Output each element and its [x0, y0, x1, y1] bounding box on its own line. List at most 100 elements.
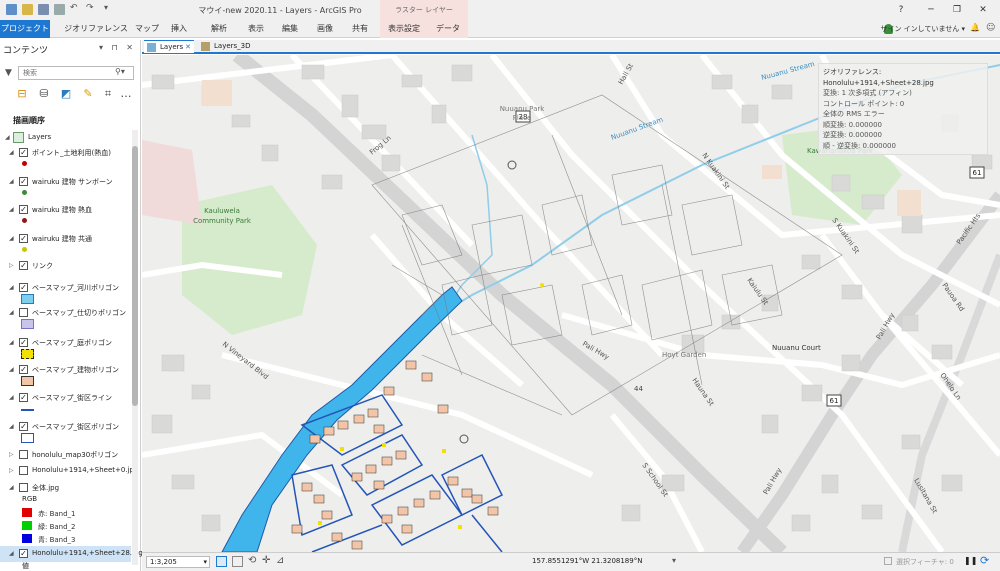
- help-button[interactable]: ?: [890, 2, 912, 18]
- notification-icon[interactable]: 🔔: [970, 23, 980, 32]
- layer-visibility-checkbox[interactable]: [19, 308, 28, 317]
- collapse-icon[interactable]: ◢: [9, 149, 14, 156]
- title-bar: ↶ ↷ ▾ マウイ-new 2020.11 - Layers - ArcGIS …: [0, 0, 1000, 20]
- chevron-down-icon[interactable]: ▾: [203, 557, 207, 567]
- collapse-icon[interactable]: ◢: [9, 284, 14, 291]
- collapse-icon[interactable]: ◢: [9, 339, 14, 346]
- layer-item[interactable]: ◢ 全体.jpg: [0, 480, 130, 496]
- georeference-title: ジオリファレンス: Honolulu+1914,+Sheet+28.jpg: [823, 68, 934, 87]
- tab-analysis[interactable]: 解析: [205, 20, 233, 38]
- rotate-icon[interactable]: ⟲: [248, 555, 256, 566]
- layer-item[interactable]: ◢ ✓ ベースマップ_街区ポリゴン: [0, 419, 130, 435]
- layer-item[interactable]: ◢ ✓ wairuku 建物 サンボーン: [0, 174, 130, 190]
- layer-item[interactable]: ◢ ✓ wairuku 建物 熱血: [0, 202, 130, 218]
- collapse-icon[interactable]: ◢: [9, 366, 14, 373]
- snap-icon[interactable]: ✛: [262, 555, 270, 566]
- polygon-symbol-icon: [21, 294, 34, 304]
- band-label: 青: Band_3: [38, 536, 76, 544]
- tab-view[interactable]: 表示: [242, 20, 270, 38]
- layer-visibility-checkbox[interactable]: ✓: [19, 365, 28, 374]
- tab-data[interactable]: データ: [428, 20, 468, 38]
- tab-edit[interactable]: 編集: [276, 20, 304, 38]
- layer-item[interactable]: ◢ ✓ ベースマップ_庭ポリゴン: [0, 335, 130, 351]
- search-icon[interactable]: ⚲▾: [115, 67, 125, 76]
- collapse-icon[interactable]: ◢: [9, 550, 14, 557]
- collapse-icon[interactable]: ◢: [5, 134, 10, 141]
- tab-insert[interactable]: 挿入: [165, 20, 193, 38]
- pane-controls[interactable]: ▾ ⊓ ✕: [99, 43, 136, 52]
- scale-selector[interactable]: 1:3,205 ▾: [146, 556, 210, 568]
- tab-appearance[interactable]: 表示設定: [380, 20, 428, 38]
- expand-icon[interactable]: ▷: [9, 451, 14, 458]
- layer-item[interactable]: ◢ ✓ ベースマップ_街区ライン: [0, 390, 130, 406]
- point-marker: [540, 283, 544, 287]
- tab-layers-view[interactable]: Layers ✕: [144, 40, 194, 53]
- layer-visibility-checkbox[interactable]: ✓: [19, 549, 28, 558]
- polygon-symbol-icon: [21, 349, 34, 359]
- expand-icon[interactable]: ▷: [9, 467, 14, 474]
- tab-layers-3d-view[interactable]: Layers_3D: [198, 40, 255, 53]
- tab-imagery[interactable]: 画像: [311, 20, 339, 38]
- layer-visibility-checkbox[interactable]: ✓: [19, 393, 28, 402]
- window-title: マウイ-new 2020.11 - Layers - ArcGIS Pro: [198, 6, 362, 15]
- layer-root[interactable]: ◢ Layers: [0, 130, 130, 146]
- layer-item[interactable]: ◢ ✓ Honolulu+1914,+Sheet+28.jpg: [0, 546, 143, 562]
- layer-item[interactable]: ◢ ✓ wairuku 建物 共通: [0, 231, 130, 247]
- tab-share[interactable]: 共有: [346, 20, 374, 38]
- collapse-icon[interactable]: ◢: [9, 206, 14, 213]
- list-by-drawing-order-icon[interactable]: ⊟: [15, 87, 29, 101]
- layer-name: Honolulu+1914,+Sheet+28.jpg: [32, 549, 143, 557]
- layer-item[interactable]: ◢ ✓ ベースマップ_河川ポリゴン: [0, 280, 130, 296]
- collapse-icon[interactable]: ◢: [9, 178, 14, 185]
- layer-visibility-checkbox[interactable]: ✓: [19, 177, 28, 186]
- collapse-icon[interactable]: ◢: [9, 394, 14, 401]
- refresh-button[interactable]: ⟳: [980, 554, 989, 567]
- pause-drawing-button[interactable]: ❚❚: [964, 556, 977, 565]
- feedback-icon[interactable]: ☺: [986, 23, 995, 33]
- signin-status[interactable]: サイン インしていません ▾: [880, 20, 965, 38]
- list-by-source-icon[interactable]: ⛁: [37, 87, 51, 101]
- close-button[interactable]: ✕: [972, 2, 994, 18]
- layer-visibility-checkbox[interactable]: [19, 483, 28, 492]
- layer-visibility-checkbox[interactable]: ✓: [19, 338, 28, 347]
- status-bar: 1:3,205 ▾ ⟲ ✛ ⊿ 157.8551291°W 21.3208189…: [142, 552, 1000, 571]
- list-by-snapping-icon[interactable]: ⌗: [101, 87, 115, 101]
- layer-visibility-checkbox[interactable]: ✓: [19, 148, 28, 157]
- minimize-button[interactable]: ─: [920, 2, 942, 18]
- filter-icon[interactable]: ▼: [5, 68, 12, 78]
- layer-item[interactable]: ▷ honolulu_map30ポリゴン: [0, 447, 130, 463]
- layer-visibility-checkbox[interactable]: [19, 466, 28, 475]
- collapse-icon[interactable]: ◢: [9, 423, 14, 430]
- layer-item[interactable]: ◢ ✓ ポイント_土地利用(熱血): [0, 145, 130, 161]
- close-tab-icon[interactable]: ✕: [185, 41, 191, 54]
- tab-project[interactable]: プロジェクト: [0, 20, 50, 38]
- grid-icon[interactable]: [216, 556, 227, 567]
- list-by-editing-icon[interactable]: ✎: [81, 87, 95, 101]
- more-options-icon[interactable]: …: [119, 87, 133, 101]
- layer-visibility-checkbox[interactable]: ✓: [19, 422, 28, 431]
- tab-map[interactable]: マップ: [133, 20, 161, 38]
- layer-item[interactable]: ▷ ✓ リンク: [0, 258, 130, 274]
- table-icon[interactable]: [232, 556, 243, 567]
- layer-visibility-checkbox[interactable]: ✓: [19, 283, 28, 292]
- collapse-icon[interactable]: ◢: [9, 309, 14, 316]
- layer-visibility-checkbox[interactable]: ✓: [19, 261, 28, 270]
- layer-item[interactable]: ◢ ベースマップ_仕切りポリゴン: [0, 305, 130, 321]
- tab-georeference[interactable]: ジオリファレンス: [62, 20, 130, 38]
- restore-button[interactable]: ❐: [946, 2, 968, 18]
- line-symbol-icon: [21, 409, 34, 411]
- layer-item[interactable]: ▷ Honolulu+1914,+Sheet+0.jpg: [0, 463, 138, 479]
- value-label: 値: [22, 562, 29, 570]
- expand-icon[interactable]: ▷: [9, 262, 14, 269]
- layer-item[interactable]: ◢ ✓ ベースマップ_建物ポリゴン: [0, 362, 130, 378]
- layer-visibility-checkbox[interactable]: ✓: [19, 234, 28, 243]
- layer-visibility-checkbox[interactable]: [19, 450, 28, 459]
- constraint-icon[interactable]: ⊿: [276, 555, 284, 566]
- layer-name: ベースマップ_庭ポリゴン: [32, 339, 112, 347]
- collapse-icon[interactable]: ◢: [9, 235, 14, 242]
- list-by-selection-icon[interactable]: ◩: [59, 87, 73, 101]
- coordinate-format-icon[interactable]: ▾: [672, 556, 676, 565]
- collapse-icon[interactable]: ◢: [9, 484, 14, 491]
- layer-visibility-checkbox[interactable]: ✓: [19, 205, 28, 214]
- scrollbar-thumb[interactable]: [132, 146, 138, 406]
